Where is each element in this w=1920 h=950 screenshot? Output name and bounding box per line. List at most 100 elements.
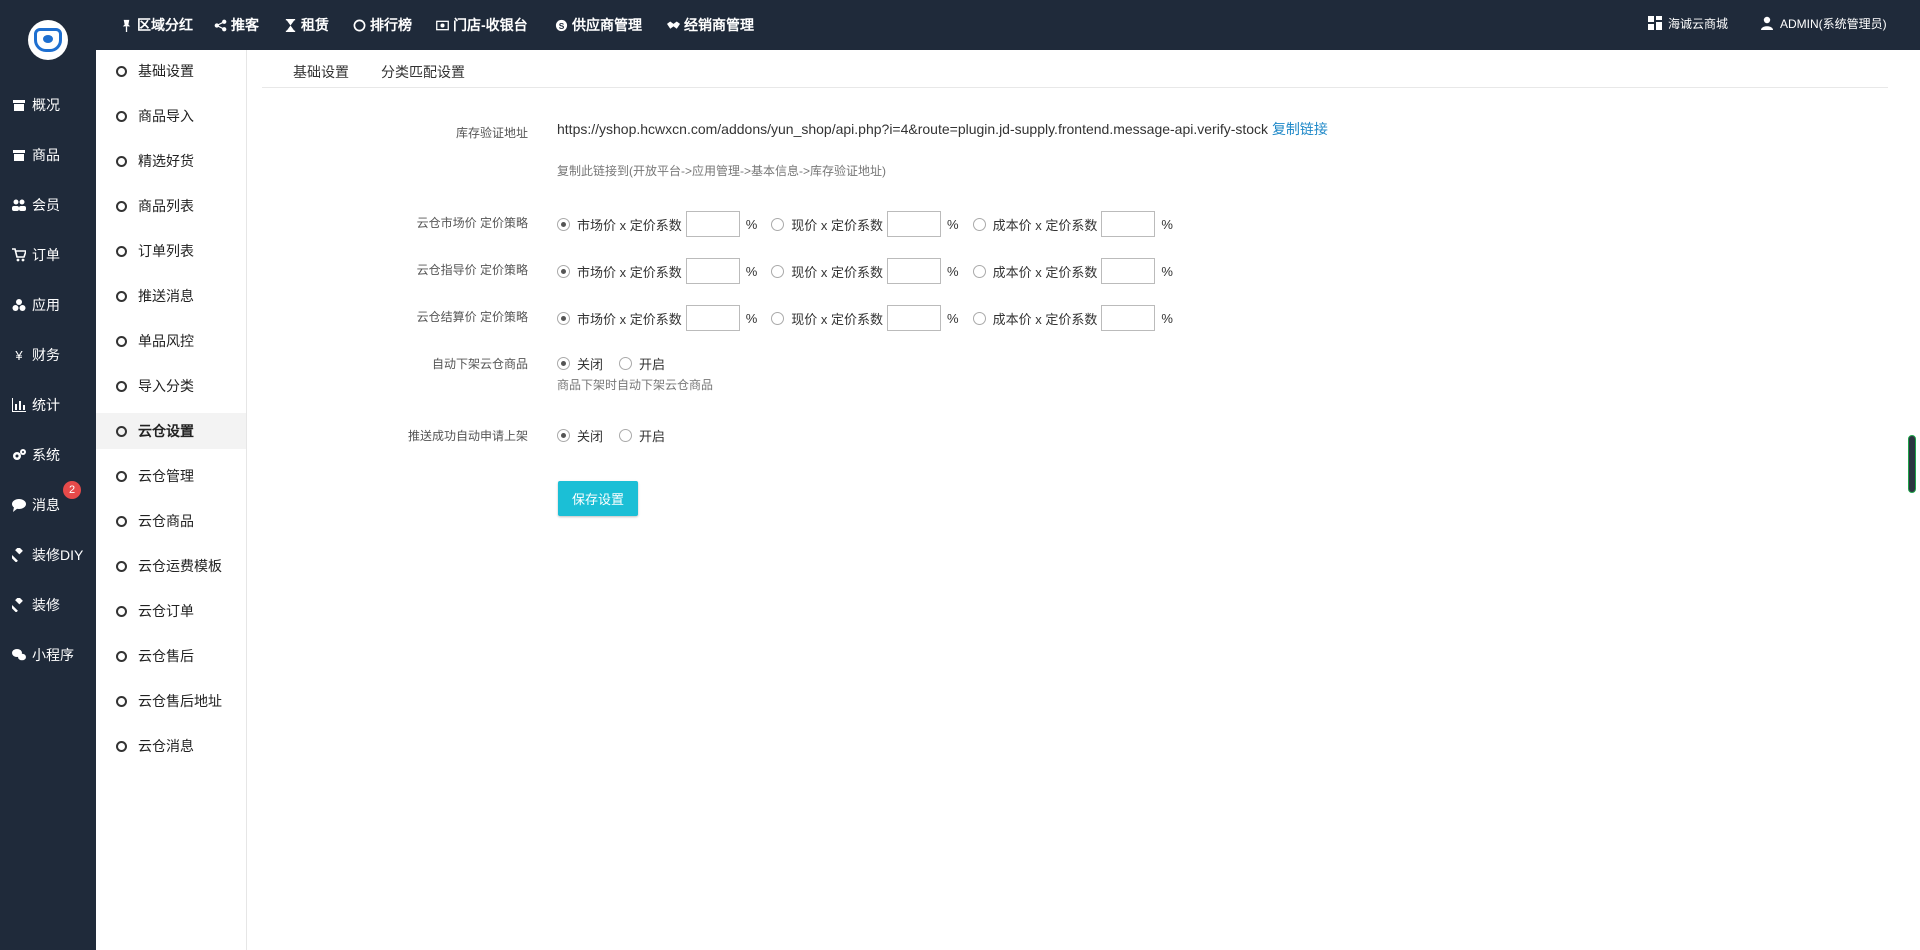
nav-item-overview[interactable]: 概况 bbox=[0, 85, 96, 125]
top-link-leasing[interactable]: 租赁 bbox=[284, 0, 329, 50]
nav-item-mini-program[interactable]: 小程序 bbox=[0, 635, 96, 675]
box-icon bbox=[12, 148, 26, 162]
sub-nav-item-label: 单品风控 bbox=[138, 333, 194, 349]
sub-nav-item[interactable]: 推送消息 bbox=[96, 278, 246, 314]
nav-item-orders[interactable]: 订单 bbox=[0, 235, 96, 275]
auto-apply-off-radio[interactable] bbox=[557, 428, 570, 442]
coefficient-input[interactable] bbox=[887, 258, 942, 284]
sub-nav-item[interactable]: 云仓运费模板 bbox=[96, 548, 246, 584]
sub-nav-item[interactable]: 云仓售后地址 bbox=[96, 683, 246, 719]
sub-nav-item[interactable]: 云仓商品 bbox=[96, 503, 246, 539]
comment-icon bbox=[12, 498, 26, 512]
stock-url: https://yshop.hcwxcn.com/addons/yun_shop… bbox=[557, 121, 1269, 137]
pricing-option-radio[interactable] bbox=[771, 311, 785, 325]
sub-nav-item-label: 商品列表 bbox=[138, 198, 194, 214]
nav-item-system[interactable]: 系统 bbox=[0, 435, 96, 475]
circle-icon bbox=[116, 695, 127, 707]
save-settings-button[interactable]: 保存设置 bbox=[558, 481, 638, 516]
pricing-option-radio[interactable] bbox=[972, 311, 986, 325]
pricing-option-radio[interactable] bbox=[771, 264, 785, 278]
circle-icon bbox=[116, 740, 127, 752]
pricing-option-radio[interactable] bbox=[771, 217, 785, 231]
stock-url-help: 复制此链接到(开放平台->应用管理->基本信息->库存验证地址) bbox=[557, 164, 887, 178]
nav-item-label: 小程序 bbox=[32, 647, 74, 663]
hourglass-icon bbox=[284, 18, 297, 32]
user-menu[interactable]: ADMIN(系统管理员) bbox=[1760, 0, 1887, 46]
coefficient-input[interactable] bbox=[1101, 211, 1156, 237]
pricing-option-radio[interactable] bbox=[972, 264, 986, 278]
coefficient-input[interactable] bbox=[685, 211, 740, 237]
circle-icon bbox=[116, 200, 127, 212]
pricing-option-label: 现价 x 定价系数 bbox=[791, 217, 884, 233]
scrollbar[interactable] bbox=[1908, 435, 1916, 493]
left-nav: 概况 商品 会员 订单 应用 ¥ 财务 统计 系统 消息 2 装修DIY 装修 bbox=[0, 0, 96, 950]
nav-item-label: 统计 bbox=[32, 397, 60, 413]
coefficient-input[interactable] bbox=[685, 305, 740, 331]
coefficient-input[interactable] bbox=[887, 305, 942, 331]
sub-nav-item[interactable]: 云仓售后 bbox=[96, 638, 246, 674]
top-link-ranking[interactable]: 排行榜 bbox=[353, 0, 412, 50]
nav-item-label: 财务 bbox=[32, 347, 60, 363]
nav-item-decorate[interactable]: 装修 bbox=[0, 585, 96, 625]
auto-offshelf-on-radio[interactable] bbox=[619, 356, 633, 370]
sub-nav-item[interactable]: 云仓消息 bbox=[96, 728, 246, 764]
sub-nav-item[interactable]: 云仓订单 bbox=[96, 593, 246, 629]
top-link-dealer-management[interactable]: 经销商管理 bbox=[667, 0, 754, 50]
top-link-store-cashier[interactable]: 门店-收银台 bbox=[436, 0, 528, 50]
nav-item-finance[interactable]: ¥ 财务 bbox=[0, 335, 96, 375]
sub-nav: 基础设置商品导入精选好货商品列表订单列表推送消息单品风控导入分类云仓设置云仓管理… bbox=[96, 50, 247, 950]
top-link-regional-bonus[interactable]: 区域分红 bbox=[120, 0, 193, 50]
coefficient-input[interactable] bbox=[685, 258, 740, 284]
circle-icon bbox=[116, 290, 127, 302]
pricing-option-label: 市场价 x 定价系数 bbox=[577, 264, 682, 280]
coefficient-input[interactable] bbox=[1101, 258, 1156, 284]
nav-item-apps[interactable]: 应用 bbox=[0, 285, 96, 325]
pricing-option-radio[interactable] bbox=[972, 217, 986, 231]
top-link-referral[interactable]: 推客 bbox=[214, 0, 259, 50]
tab-category-matching[interactable]: 分类匹配设置 bbox=[381, 56, 465, 88]
cubes-icon bbox=[12, 298, 26, 312]
pricing-option-radio[interactable] bbox=[557, 264, 570, 278]
sub-nav-item[interactable]: 商品导入 bbox=[96, 98, 246, 134]
pricing-option-label: 现价 x 定价系数 bbox=[791, 311, 884, 327]
coefficient-input[interactable] bbox=[1101, 305, 1156, 331]
logo[interactable] bbox=[28, 20, 68, 60]
auto-offshelf-off-radio[interactable] bbox=[557, 356, 570, 370]
pricing-option-radio[interactable] bbox=[557, 311, 570, 325]
sub-nav-item[interactable]: 导入分类 bbox=[96, 368, 246, 404]
coefficient-input[interactable] bbox=[887, 211, 942, 237]
user-icon bbox=[1761, 16, 1773, 30]
nav-item-label: 消息 bbox=[32, 497, 60, 513]
circle-icon bbox=[353, 19, 366, 32]
skype-icon: S bbox=[555, 19, 568, 32]
circle-icon bbox=[116, 65, 127, 77]
shop-switcher[interactable]: 海诚云商城 bbox=[1648, 0, 1728, 46]
pricing-option-radio[interactable] bbox=[557, 217, 570, 231]
auto-apply-radios: 关闭 开启 bbox=[557, 421, 665, 449]
top-link-supplier-management[interactable]: S 供应商管理 bbox=[555, 0, 642, 50]
stock-url-label: 库存验证地址 bbox=[455, 126, 528, 140]
sub-nav-item-label: 商品导入 bbox=[138, 108, 194, 124]
sub-nav-item[interactable]: 单品风控 bbox=[96, 323, 246, 359]
sub-nav-item-label: 云仓售后 bbox=[138, 648, 194, 664]
tab-basic-settings[interactable]: 基础设置 bbox=[293, 56, 349, 88]
percent-sign: % bbox=[947, 263, 959, 279]
nav-item-decorate-diy[interactable]: 装修DIY bbox=[0, 535, 96, 575]
copy-link[interactable]: 复制链接 bbox=[1272, 121, 1328, 137]
sub-nav-item[interactable]: 云仓管理 bbox=[96, 458, 246, 494]
nav-item-members[interactable]: 会员 bbox=[0, 185, 96, 225]
nav-item-messages[interactable]: 消息 2 bbox=[0, 481, 96, 525]
nav-item-stats[interactable]: 统计 bbox=[0, 385, 96, 425]
auto-apply-on-radio[interactable] bbox=[619, 428, 633, 442]
nav-item-label: 应用 bbox=[32, 297, 60, 313]
sub-nav-item[interactable]: 精选好货 bbox=[96, 143, 246, 179]
sub-nav-item-label: 订单列表 bbox=[138, 243, 194, 259]
logo-icon bbox=[34, 28, 62, 52]
auto-offshelf-radios: 关闭 开启 bbox=[557, 349, 665, 377]
sub-nav-item[interactable]: 订单列表 bbox=[96, 233, 246, 269]
sub-nav-item-label: 云仓运费模板 bbox=[138, 558, 222, 574]
nav-item-goods[interactable]: 商品 bbox=[0, 135, 96, 175]
sub-nav-item[interactable]: 基础设置 bbox=[96, 53, 246, 89]
sub-nav-item[interactable]: 商品列表 bbox=[96, 188, 246, 224]
sub-nav-item[interactable]: 云仓设置 bbox=[96, 413, 246, 449]
